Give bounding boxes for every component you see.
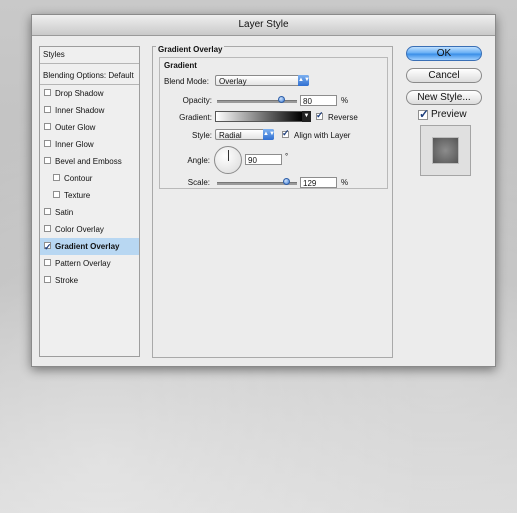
group-title: Gradient: [164, 61, 197, 70]
opacity-slider-track[interactable]: [217, 100, 297, 103]
style-item-satin[interactable]: Satin: [40, 204, 139, 221]
style-item-outer-glow[interactable]: Outer Glow: [40, 119, 139, 136]
new-style-button[interactable]: New Style...: [406, 90, 482, 105]
style-item-contour[interactable]: Contour: [40, 170, 139, 187]
gradient-dropdown-icon[interactable]: ▼: [302, 111, 311, 122]
style-item-checkbox[interactable]: [44, 225, 51, 232]
preview-checkbox[interactable]: [418, 108, 429, 120]
style-item-checkbox[interactable]: [44, 259, 51, 266]
style-item-label: Color Overlay: [55, 225, 104, 234]
scale-percent: %: [341, 178, 349, 187]
preview-swatch: [432, 137, 459, 164]
window-title: Layer Style: [32, 15, 495, 36]
style-item-label: Contour: [64, 174, 93, 183]
gradient-group: Gradient Blend Mode: Overlay ▲▼ Opacity:…: [159, 57, 388, 189]
angle-label: Angle:: [187, 156, 210, 165]
align-with-layer-label: Align with Layer: [294, 131, 351, 140]
angle-needle-icon: [228, 150, 229, 161]
style-item-label: Drop Shadow: [55, 89, 104, 98]
style-item-checkbox[interactable]: [44, 123, 51, 130]
style-item-label: Inner Glow: [55, 140, 94, 149]
style-item-pattern-overlay[interactable]: Pattern Overlay: [40, 255, 139, 272]
angle-field[interactable]: 90: [245, 154, 282, 165]
style-item-label: Stroke: [55, 276, 79, 285]
style-item-checkbox[interactable]: [44, 239, 52, 256]
style-item-bevel-and-emboss[interactable]: Bevel and Emboss: [40, 153, 139, 170]
style-item-drop-shadow[interactable]: Drop Shadow: [40, 85, 139, 102]
preview-label: Preview: [431, 109, 467, 120]
style-select[interactable]: Radial ▲▼: [215, 129, 275, 140]
angle-degree: °: [285, 152, 289, 161]
style-item-label: Bevel and Emboss: [55, 157, 122, 166]
style-item-label: Pattern Overlay: [55, 259, 111, 268]
style-item-checkbox[interactable]: [44, 157, 51, 164]
style-item-texture[interactable]: Texture: [40, 187, 139, 204]
opacity-percent: %: [341, 96, 349, 105]
style-label: Style:: [191, 131, 212, 140]
scale-label: Scale:: [187, 178, 210, 187]
opacity-slider-thumb[interactable]: [278, 96, 285, 103]
style-item-checkbox[interactable]: [44, 276, 51, 283]
scale-slider-thumb[interactable]: [282, 178, 290, 185]
layer-style-dialog: Layer Style Styles Blending Options: Def…: [31, 14, 496, 367]
style-item-gradient-overlay[interactable]: Gradient Overlay: [40, 238, 139, 256]
chevron-down-icon: ▲▼: [298, 75, 310, 86]
style-item-checkbox[interactable]: [44, 208, 51, 215]
style-item-inner-shadow[interactable]: Inner Shadow: [40, 102, 139, 119]
blend-mode-value: Overlay: [219, 77, 247, 86]
style-item-checkbox[interactable]: [53, 174, 60, 181]
style-item-inner-glow[interactable]: Inner Glow: [40, 136, 139, 153]
styles-list: Styles Blending Options: Default Drop Sh…: [39, 46, 140, 357]
reverse-label: Reverse: [328, 113, 358, 122]
blend-mode-label: Blend Mode:: [164, 77, 209, 86]
blend-mode-select[interactable]: Overlay ▲▼: [215, 75, 310, 86]
style-item-checkbox[interactable]: [44, 89, 51, 96]
style-item-checkbox[interactable]: [53, 191, 60, 198]
style-item-label: Outer Glow: [55, 123, 96, 132]
blending-options-item[interactable]: Blending Options: Default: [40, 67, 139, 85]
style-item-label: Inner Shadow: [55, 106, 105, 115]
gradient-label: Gradient:: [179, 113, 212, 122]
ok-button[interactable]: OK: [406, 46, 482, 61]
opacity-field[interactable]: 80: [300, 95, 337, 106]
style-item-color-overlay[interactable]: Color Overlay: [40, 221, 139, 238]
reverse-checkbox[interactable]: [316, 110, 324, 121]
preview-thumbnail: [420, 125, 471, 176]
style-item-checkbox[interactable]: [44, 140, 51, 147]
style-item-label: Satin: [55, 208, 74, 217]
scale-field[interactable]: 129: [300, 177, 337, 188]
opacity-label: Opacity:: [182, 96, 212, 105]
gradient-overlay-panel: Gradient Overlay Gradient Blend Mode: Ov…: [152, 45, 393, 358]
chevron-down-icon: ▲▼: [263, 129, 275, 140]
style-item-checkbox[interactable]: [44, 106, 51, 113]
angle-dial[interactable]: [214, 146, 242, 174]
style-item-label: Texture: [64, 191, 91, 200]
style-item-stroke[interactable]: Stroke: [40, 272, 139, 289]
style-value: Radial: [219, 131, 242, 140]
gradient-swatch[interactable]: [215, 111, 303, 122]
cancel-button[interactable]: Cancel: [406, 68, 482, 83]
styles-header[interactable]: Styles: [40, 47, 139, 64]
align-with-layer-checkbox[interactable]: [282, 128, 290, 139]
style-item-label: Gradient Overlay: [55, 242, 120, 251]
section-title: Gradient Overlay: [156, 45, 225, 54]
